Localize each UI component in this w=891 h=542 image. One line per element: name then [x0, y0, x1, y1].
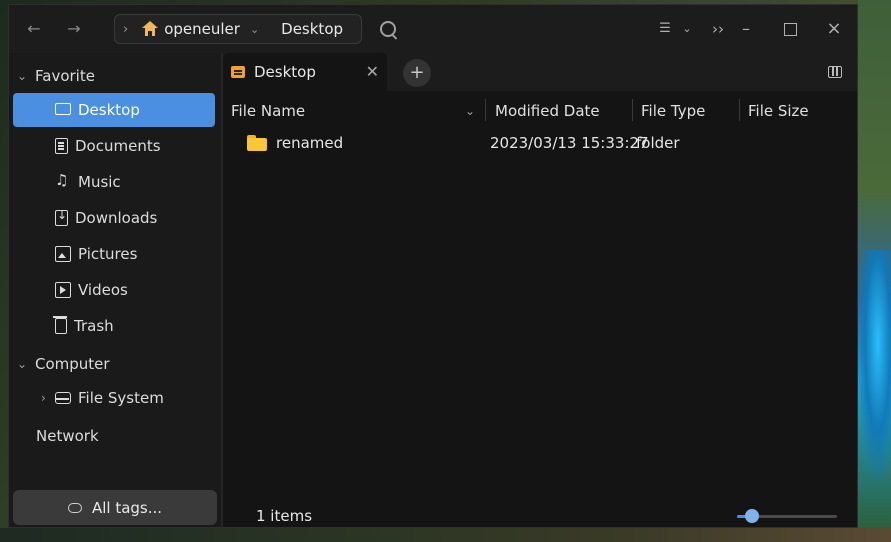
sidebar-group-network[interactable]: Network: [36, 424, 99, 448]
sidebar-item-label: File System: [78, 389, 164, 407]
sidebar-item-label: Documents: [75, 137, 161, 155]
maximize-icon[interactable]: [779, 18, 801, 40]
chevron-down-icon[interactable]: ⌄: [17, 69, 35, 83]
sidebar-item-downloads[interactable]: Downloads: [13, 201, 215, 235]
sort-chevron-icon[interactable]: ⌄: [465, 99, 475, 123]
column-divider[interactable]: [739, 99, 740, 121]
view-options-chevron-icon[interactable]: ⌄: [679, 18, 695, 40]
status-item-count: 1 items: [256, 507, 313, 525]
zoom-slider-thumb[interactable]: [745, 509, 759, 523]
zoom-slider[interactable]: [737, 509, 837, 523]
minimize-icon[interactable]: –: [735, 18, 757, 40]
all-tags-label: All tags...: [91, 498, 163, 517]
folder-icon: [247, 135, 267, 151]
desktop-folder-icon: [231, 66, 245, 78]
column-header-name[interactable]: File Name: [231, 99, 305, 123]
sidebar-group-favorite[interactable]: ⌄ Favorite: [17, 64, 95, 88]
all-tags-button[interactable]: All tags...: [13, 490, 217, 525]
sidebar-item-label: Desktop: [78, 101, 140, 119]
drive-icon: [55, 392, 71, 404]
column-divider[interactable]: [632, 99, 633, 121]
desktop-icon: [55, 103, 71, 115]
videos-icon: [55, 282, 71, 298]
back-button[interactable]: ←: [23, 18, 45, 40]
document-icon: [55, 138, 68, 154]
search-icon[interactable]: [380, 21, 396, 37]
sidebar-item-label: Trash: [74, 317, 114, 335]
sidebar-item-desktop[interactable]: Desktop: [13, 93, 215, 127]
sidebar-item-pictures[interactable]: Pictures: [13, 237, 215, 271]
breadcrumb-chevron-icon[interactable]: ›: [123, 22, 128, 37]
column-divider[interactable]: [485, 99, 486, 121]
music-icon: [55, 171, 71, 190]
close-window-icon[interactable]: ×: [823, 18, 845, 40]
tab-bar: Desktop ✕ +: [223, 53, 857, 91]
file-manager-window: ← → › openeuler ⌄ Desktop ☰ ⌄ ›› – × ⌄ F…: [8, 4, 858, 528]
title-bar: ← → › openeuler ⌄ Desktop ☰ ⌄ ›› – ×: [9, 5, 857, 53]
downloads-icon: [55, 208, 68, 226]
detail-panel-icon[interactable]: [828, 66, 842, 78]
breadcrumb-segment-home[interactable]: openeuler: [164, 20, 240, 38]
list-view-icon[interactable]: ☰: [655, 18, 675, 40]
more-options-icon[interactable]: ››: [707, 18, 729, 40]
tab-label: Desktop: [254, 63, 316, 81]
file-view: File Name ⌄ Modified Date File Type File…: [223, 91, 857, 527]
column-header-size[interactable]: File Size: [748, 99, 809, 123]
close-icon[interactable]: ✕: [366, 62, 379, 81]
sidebar-group-label: Favorite: [35, 67, 95, 85]
tag-icon: [67, 502, 82, 513]
sidebar-item-label: Videos: [78, 281, 128, 299]
tab-desktop[interactable]: Desktop ✕: [223, 53, 387, 91]
add-tab-button[interactable]: +: [403, 59, 431, 87]
sidebar-item-label: Pictures: [78, 245, 138, 263]
column-header-type[interactable]: File Type: [641, 99, 705, 123]
sidebar-item-music[interactable]: Music: [13, 165, 215, 199]
home-icon: [142, 21, 159, 37]
sidebar-item-label: Downloads: [75, 209, 158, 227]
breadcrumb[interactable]: › openeuler ⌄ Desktop: [114, 14, 362, 44]
table-row[interactable]: renamed 2023/03/13 15:33:27 folder: [223, 129, 857, 157]
file-modified: 2023/03/13 15:33:27: [490, 134, 649, 152]
sidebar-item-documents[interactable]: Documents: [13, 129, 215, 163]
file-name: renamed: [276, 134, 344, 152]
sidebar-item-file-system[interactable]: › File System: [13, 381, 215, 415]
forward-button[interactable]: →: [63, 18, 85, 40]
sidebar-group-label: Computer: [35, 355, 110, 373]
chevron-right-icon[interactable]: ›: [41, 391, 46, 405]
chevron-down-icon[interactable]: ⌄: [250, 23, 259, 36]
breadcrumb-segment-current[interactable]: Desktop: [281, 20, 343, 38]
file-type: folder: [636, 134, 680, 152]
sidebar-item-label: Music: [78, 173, 121, 191]
sidebar: ⌄ Favorite Desktop Documents Music Downl…: [9, 53, 221, 527]
sidebar-group-computer[interactable]: ⌄ Computer: [17, 352, 110, 376]
sidebar-group-label: Network: [36, 427, 99, 445]
wallpaper-bird: [858, 250, 891, 480]
wallpaper-bottom: [0, 528, 891, 542]
sidebar-item-videos[interactable]: Videos: [13, 273, 215, 307]
column-header-modified[interactable]: Modified Date: [495, 99, 600, 123]
sidebar-item-trash[interactable]: Trash: [13, 309, 215, 343]
pictures-icon: [55, 246, 71, 262]
chevron-down-icon[interactable]: ⌄: [17, 357, 35, 371]
trash-icon: [53, 316, 67, 334]
